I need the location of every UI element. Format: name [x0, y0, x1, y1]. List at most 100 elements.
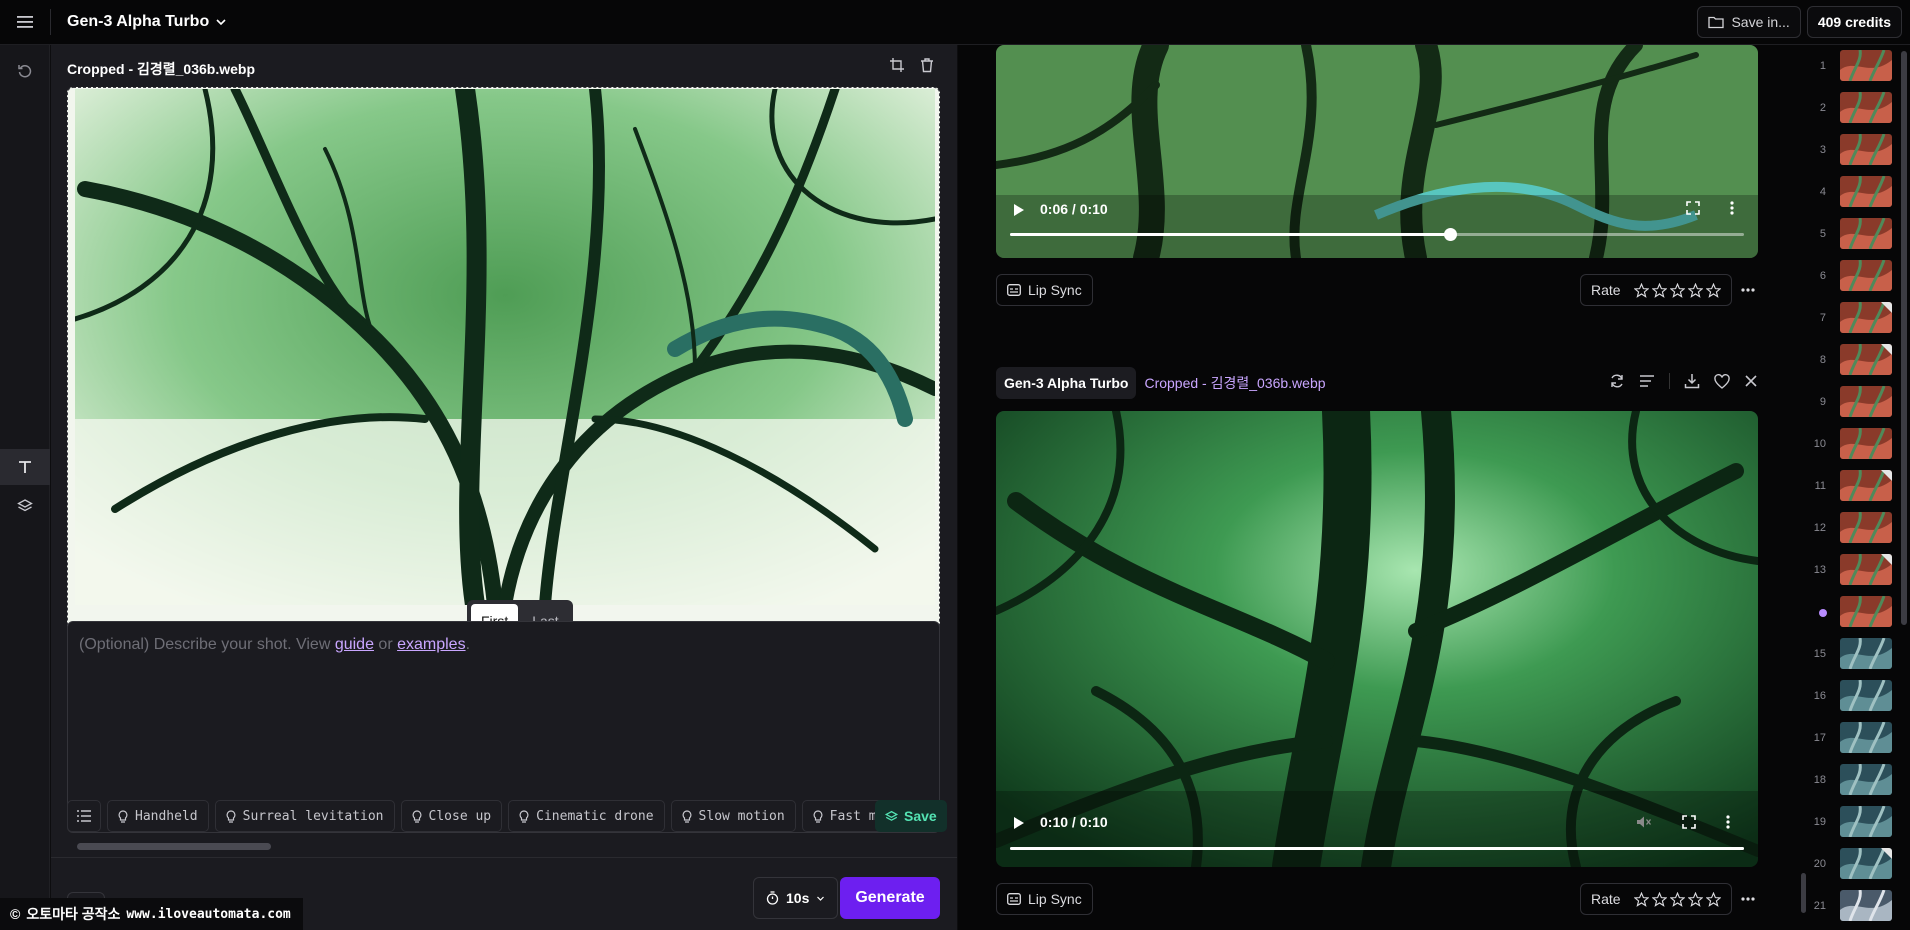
star-icon[interactable] [1633, 891, 1649, 907]
preset-chip[interactable]: Handheld [107, 800, 209, 832]
history-thumbnail[interactable]: 3 [1800, 134, 1900, 168]
fullscreen-icon[interactable] [1686, 201, 1700, 215]
history-thumbnail[interactable]: 10 [1800, 428, 1900, 462]
examples-link[interactable]: examples [397, 636, 465, 653]
star-icon[interactable] [1651, 282, 1667, 298]
menu-icon[interactable] [0, 0, 50, 45]
more-horizontal-icon[interactable] [1738, 280, 1758, 300]
preset-chip[interactable]: Close up [400, 800, 503, 832]
preset-chip[interactable]: Slow motion [670, 800, 796, 832]
text-icon [19, 461, 31, 473]
thumbnail-index: 21 [1813, 900, 1826, 912]
thumbnail-index: 16 [1813, 690, 1826, 702]
star-icon[interactable] [1687, 282, 1703, 298]
volume-muted-icon[interactable] [1636, 815, 1652, 829]
thumbnail-image [1840, 722, 1892, 753]
heart-icon[interactable] [1714, 373, 1730, 389]
thumbnail-index: 12 [1813, 522, 1826, 534]
video-player[interactable]: 0:06 / 0:10 [996, 45, 1758, 258]
thumbnail-image [1840, 218, 1892, 249]
star-icon[interactable] [1705, 282, 1721, 298]
lightbulb-icon [118, 809, 128, 823]
video-player[interactable]: 0:10 / 0:10 [996, 411, 1758, 867]
star-icon[interactable] [1669, 282, 1685, 298]
generate-button[interactable]: Generate [840, 877, 940, 919]
history-thumbnail[interactable]: 18 [1800, 764, 1900, 798]
history-thumbnail[interactable]: 5 [1800, 218, 1900, 252]
text-mode-button[interactable] [0, 449, 50, 485]
lip-sync-button[interactable]: Lip Sync [996, 274, 1093, 306]
thumbnail-index: 9 [1819, 396, 1826, 408]
history-thumbnail[interactable]: 16 [1800, 680, 1900, 714]
history-thumbnail[interactable]: 19 [1800, 806, 1900, 840]
history-thumbnail[interactable]: 20 [1800, 848, 1900, 882]
layers-button[interactable] [0, 488, 50, 524]
history-thumbnail[interactable]: 21 [1800, 890, 1900, 924]
caption-icon [1007, 284, 1021, 296]
thumbnail-index: 7 [1819, 312, 1826, 324]
lightbulb-icon [412, 809, 421, 823]
play-icon[interactable] [1012, 816, 1026, 830]
thumbnail-image [1840, 890, 1892, 921]
history-button[interactable] [0, 53, 50, 89]
download-icon[interactable] [1684, 373, 1700, 389]
save-in-button[interactable]: Save in... [1697, 6, 1801, 38]
star-icon[interactable] [1669, 891, 1685, 907]
history-thumbnail[interactable]: 1 [1800, 50, 1900, 84]
play-icon[interactable] [1012, 203, 1026, 217]
star-icon[interactable] [1687, 891, 1703, 907]
more-vertical-icon[interactable] [1730, 201, 1734, 215]
preset-chip[interactable]: Surreal levitation [214, 800, 395, 832]
source-file-name[interactable]: Cropped - 김경렬_036b.webp [1144, 373, 1325, 393]
history-thumbnail[interactable]: 7 [1800, 302, 1900, 336]
history-thumbnail[interactable]: 11 [1800, 470, 1900, 504]
history-thumbnail[interactable] [1800, 596, 1900, 630]
thumbnail-image [1840, 764, 1892, 795]
fullscreen-icon[interactable] [1682, 815, 1696, 829]
thumbnail-corner-marker [1881, 302, 1892, 313]
more-vertical-icon[interactable] [1726, 815, 1730, 829]
save-preset-button[interactable]: Save [875, 800, 947, 832]
scrollbar-thumb[interactable] [77, 843, 271, 850]
star-rating [1633, 282, 1721, 298]
history-thumbnail[interactable]: 17 [1800, 722, 1900, 756]
lip-sync-button[interactable]: Lip Sync [996, 883, 1093, 915]
presets-scrollbar[interactable] [67, 842, 917, 850]
history-thumbnail[interactable]: 9 [1800, 386, 1900, 420]
history-thumbnail[interactable]: 8 [1800, 344, 1900, 378]
video-time: 0:06 / 0:10 [1040, 201, 1108, 217]
history-thumbnail[interactable]: 15 [1800, 638, 1900, 672]
guide-link[interactable]: guide [335, 636, 374, 653]
history-thumbnail[interactable]: 12 [1800, 512, 1900, 546]
watermark: © 오토마타 공작소 www.iloveautomata.com [0, 898, 303, 930]
thumbnail-image [1840, 386, 1892, 417]
thumbnail-image [1840, 554, 1892, 585]
chevron-down-icon [817, 896, 825, 901]
thumbnail-index: 18 [1813, 774, 1826, 786]
history-thumbnail[interactable]: 2 [1800, 92, 1900, 126]
prompt-text-icon[interactable] [1639, 374, 1655, 388]
preset-chip[interactable]: Cinematic drone [508, 800, 665, 832]
crop-icon[interactable] [889, 57, 905, 73]
duration-selector[interactable]: 10s [753, 877, 839, 919]
thumbnail-image [1840, 596, 1892, 627]
star-icon[interactable] [1633, 282, 1649, 298]
thumbnail-image [1840, 638, 1892, 669]
caption-icon [1007, 893, 1021, 905]
presets-list-button[interactable] [67, 800, 101, 832]
video-progress-bar[interactable] [1010, 228, 1744, 241]
trash-icon[interactable] [919, 57, 935, 73]
regenerate-icon[interactable] [1609, 373, 1625, 389]
star-icon[interactable] [1705, 891, 1721, 907]
credits-button[interactable]: 409 credits [1806, 6, 1902, 38]
star-icon[interactable] [1651, 891, 1667, 907]
more-horizontal-icon[interactable] [1738, 889, 1758, 909]
video-progress-bar[interactable] [1010, 847, 1744, 850]
input-image-frame[interactable]: First Last [67, 87, 940, 651]
strip-scrollbar[interactable] [1901, 51, 1907, 625]
history-thumbnail[interactable]: 13 [1800, 554, 1900, 588]
history-thumbnail[interactable]: 4 [1800, 176, 1900, 210]
model-selector[interactable]: Gen-3 Alpha Turbo [67, 13, 227, 31]
close-icon[interactable] [1744, 374, 1758, 388]
history-thumbnail[interactable]: 6 [1800, 260, 1900, 294]
